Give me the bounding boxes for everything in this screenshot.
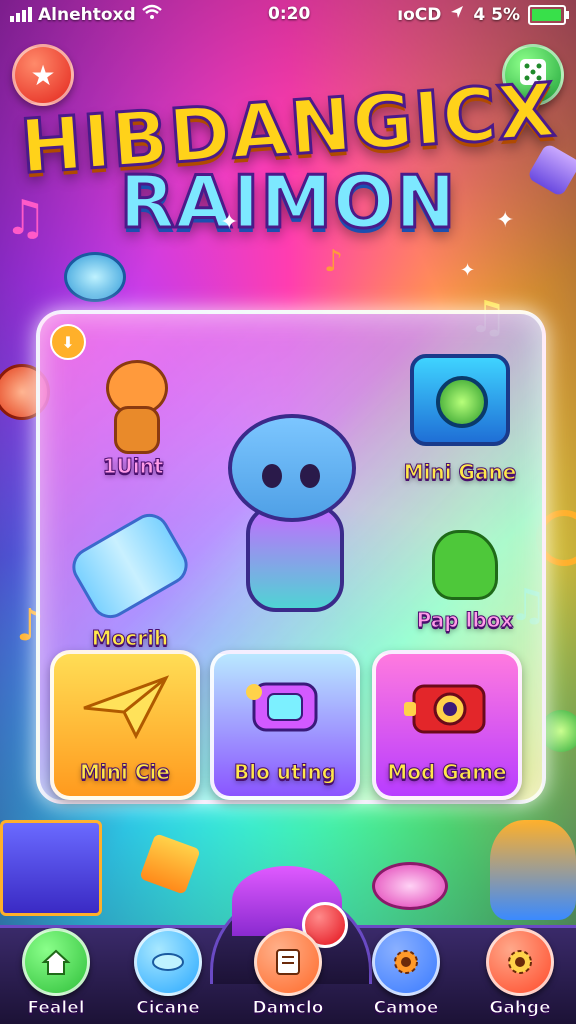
card-label: Mini Cie [80,760,171,785]
game-device-icon [240,672,330,742]
tile-label: Mocrih [91,626,169,651]
card-label: Blo uting [233,760,336,785]
nav-label: Damclo [252,998,324,1019]
status-indicator-text: ıoCD [397,4,442,25]
nav-item-camoe[interactable]: Camoe [358,928,454,1019]
game-menu-panel: ⬇ 1Uint Mini Gane Mocrih Pap lbox Mini C… [36,310,546,804]
tile-label: Mini Gane [403,460,517,485]
gem-icon [139,833,201,895]
nav-label: Gahge [489,998,551,1019]
favorites-button[interactable]: ★ [12,44,74,106]
tile-mocrih[interactable]: Mocrih [60,506,200,651]
nav-item-cicane[interactable]: Cicane [120,928,216,1019]
card-mod-game[interactable]: Mod Game [372,650,522,800]
nav-label: Camoe [373,998,439,1019]
bottle-icon [65,506,195,626]
cat-character-icon [88,354,178,454]
tile-mini-game[interactable]: Mini Gane [390,354,530,485]
dino-character-icon [432,530,498,600]
battery-fill [532,8,561,21]
paper-plane-icon [80,672,170,742]
main-character-icon [206,404,396,614]
camera-icon [410,354,510,446]
camera-icon [402,672,492,742]
sparkle-icon: ✦ [460,260,476,281]
candy-icon [372,862,448,910]
nav-label: Fealel [27,998,85,1019]
battery-icon [528,4,569,25]
spinning-top-icon [490,820,576,920]
nav-item-gahge[interactable]: Gahge [472,928,568,1019]
notes-icon [254,928,322,996]
status-bar: Alnehtoxd 0:20 ıoCD 4 5% [0,0,576,32]
tile-pap-lbox[interactable]: Pap lbox [400,530,530,633]
sparkle-icon: ✦ [220,210,239,235]
clock: 0:20 [268,4,311,24]
card-blo-uting[interactable]: Blo uting [210,650,360,800]
location-icon [449,4,465,25]
wifi-icon [141,4,162,25]
nav-label: Cicane [136,998,200,1019]
tile-label: 1Uint [102,454,164,479]
home-icon [22,928,90,996]
sparkle-icon: ✦ [496,208,515,233]
candy-icon [64,252,126,302]
nav-item-damclo[interactable]: Damclo [240,928,336,1019]
star-icon: ★ [30,58,56,92]
gift-box-icon [0,820,102,916]
gear-icon [486,928,554,996]
nav-item-fealel[interactable]: Fealel [8,928,104,1019]
tile-character-1[interactable]: 1Uint [68,354,198,479]
card-mini-cie[interactable]: Mini Cie [50,650,200,800]
game-title-line2: RAIMON [118,159,457,246]
music-note-icon: ♫ [4,190,48,246]
disc-icon [134,928,202,996]
gear-icon [372,928,440,996]
music-note-icon: ♪ [324,244,344,279]
card-label: Mod Game [387,760,507,785]
battery-percentage: 4 5% [473,4,520,25]
signal-icon [10,7,32,22]
tile-label: Pap lbox [416,608,514,633]
carrier-name: Alnehtoxd [38,4,136,25]
